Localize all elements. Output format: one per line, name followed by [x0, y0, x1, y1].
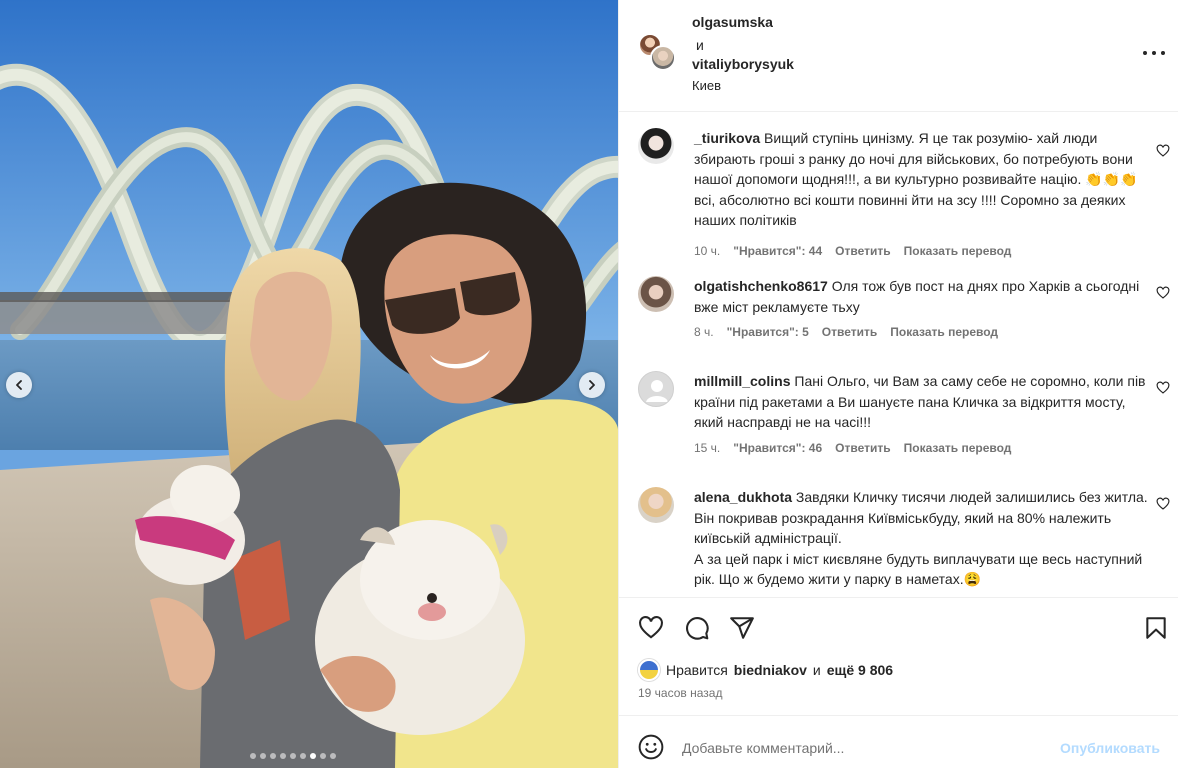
carousel-dot	[290, 753, 296, 759]
carousel-dot	[250, 753, 256, 759]
comment-time: 10 ч.	[694, 244, 721, 258]
comment-translate-button[interactable]: Показать перевод	[904, 441, 1012, 455]
carousel-dot	[330, 753, 336, 759]
more-icon	[1152, 51, 1156, 55]
comment-text: Вищий ступінь цинізму. Я це так розумію-…	[694, 130, 1138, 228]
comment-username-link[interactable]: alena_dukhota	[694, 489, 792, 505]
comment-likes-link[interactable]: "Нравится": 5	[727, 325, 809, 339]
post-info-panel: olgasumska и vitaliyborysyuk Киев _tiuri…	[618, 0, 1178, 768]
comment-meta: 8 ч. "Нравится": 5 Ответить Показать пер…	[694, 325, 998, 339]
default-avatar-icon	[646, 380, 668, 402]
more-icon	[1161, 51, 1165, 55]
likes-middle: и	[812, 662, 821, 678]
comment-meta: 15 ч. "Нравится": 46 Ответить Показать п…	[694, 441, 1011, 455]
carousel-dot	[320, 753, 326, 759]
carousel-dot	[300, 753, 306, 759]
comment-body: _tiurikova Вищий ступінь цинізму. Я це т…	[694, 128, 1149, 231]
heart-icon[interactable]	[1156, 497, 1170, 511]
post-photo	[0, 0, 618, 768]
carousel-dot	[280, 753, 286, 759]
comment-username-link[interactable]: _tiurikova	[694, 130, 760, 146]
comment-body: olgatishchenko8617 Оля тож був пост на д…	[694, 276, 1149, 317]
carousel-indicator	[250, 753, 336, 759]
heart-icon[interactable]	[1156, 286, 1170, 300]
chevron-left-icon	[16, 380, 22, 390]
likes-user-link[interactable]: biedniakov	[734, 662, 807, 678]
comment-likes-link[interactable]: "Нравится": 46	[733, 441, 822, 455]
comments-list[interactable]: _tiurikova Вищий ступінь цинізму. Я це т…	[619, 113, 1178, 597]
comment-body: millmill_colins Пані Ольго, чи Вам за са…	[694, 371, 1149, 433]
comment-translate-button[interactable]: Показать перевод	[890, 325, 998, 339]
author-avatars[interactable]	[638, 33, 676, 73]
more-options-button[interactable]	[1143, 44, 1165, 62]
avatar	[650, 45, 676, 71]
avatar[interactable]	[638, 487, 674, 523]
post-actions: Нравится biedniakov и ещё 9 806 19 часов…	[619, 597, 1178, 715]
avatar[interactable]	[638, 659, 660, 681]
carousel-dot	[270, 753, 276, 759]
coauthor-username-link[interactable]: vitaliyborysyuk	[692, 56, 794, 72]
comment-reply-button[interactable]: Ответить	[835, 441, 890, 455]
post-header: olgasumska и vitaliyborysyuk Киев	[619, 0, 1178, 112]
post-media[interactable]	[0, 0, 618, 768]
comment-body: alena_dukhota Завдяки Кличку тисячи люде…	[694, 487, 1149, 590]
heart-icon[interactable]	[1156, 144, 1170, 158]
avatar[interactable]	[638, 276, 674, 312]
author-conjunction: и	[696, 37, 704, 53]
location-link[interactable]: Киев	[692, 78, 721, 93]
carousel-dot	[310, 753, 316, 759]
more-icon	[1143, 51, 1147, 55]
likes-count-link[interactable]: ещё 9 806	[827, 662, 893, 678]
publish-button[interactable]: Опубликовать	[1060, 740, 1160, 756]
carousel-prev-button[interactable]	[6, 372, 32, 398]
comment-time: 8 ч.	[694, 325, 714, 339]
likes-summary: Нравится biedniakov и ещё 9 806	[638, 659, 893, 681]
avatar[interactable]	[638, 371, 674, 407]
heart-icon[interactable]	[1156, 381, 1170, 395]
comment-input[interactable]	[682, 736, 1042, 760]
post-timestamp[interactable]: 19 часов назад	[638, 686, 722, 700]
comment-reply-button[interactable]: Ответить	[835, 244, 890, 258]
carousel-next-button[interactable]	[579, 372, 605, 398]
comment-icon[interactable]	[684, 615, 710, 641]
chevron-right-icon	[589, 380, 595, 390]
comment-username-link[interactable]: millmill_colins	[694, 373, 790, 389]
comment-translate-button[interactable]: Показать перевод	[904, 244, 1012, 258]
comment-reply-button[interactable]: Ответить	[822, 325, 877, 339]
comment-username-link[interactable]: olgatishchenko8617	[694, 278, 828, 294]
add-comment-bar: Опубликовать	[619, 715, 1178, 768]
author-username-link[interactable]: olgasumska	[692, 14, 773, 30]
comment-meta: 10 ч. "Нравится": 44 Ответить Показать п…	[694, 244, 1011, 258]
comment-likes-link[interactable]: "Нравится": 44	[733, 244, 822, 258]
comment-time: 15 ч.	[694, 441, 721, 455]
likes-prefix: Нравится	[666, 662, 728, 678]
carousel-dot	[260, 753, 266, 759]
emoji-icon[interactable]	[638, 734, 664, 760]
avatar[interactable]	[638, 128, 674, 164]
heart-icon[interactable]	[638, 615, 664, 641]
bookmark-icon[interactable]	[1143, 615, 1169, 641]
share-icon[interactable]	[729, 615, 755, 641]
